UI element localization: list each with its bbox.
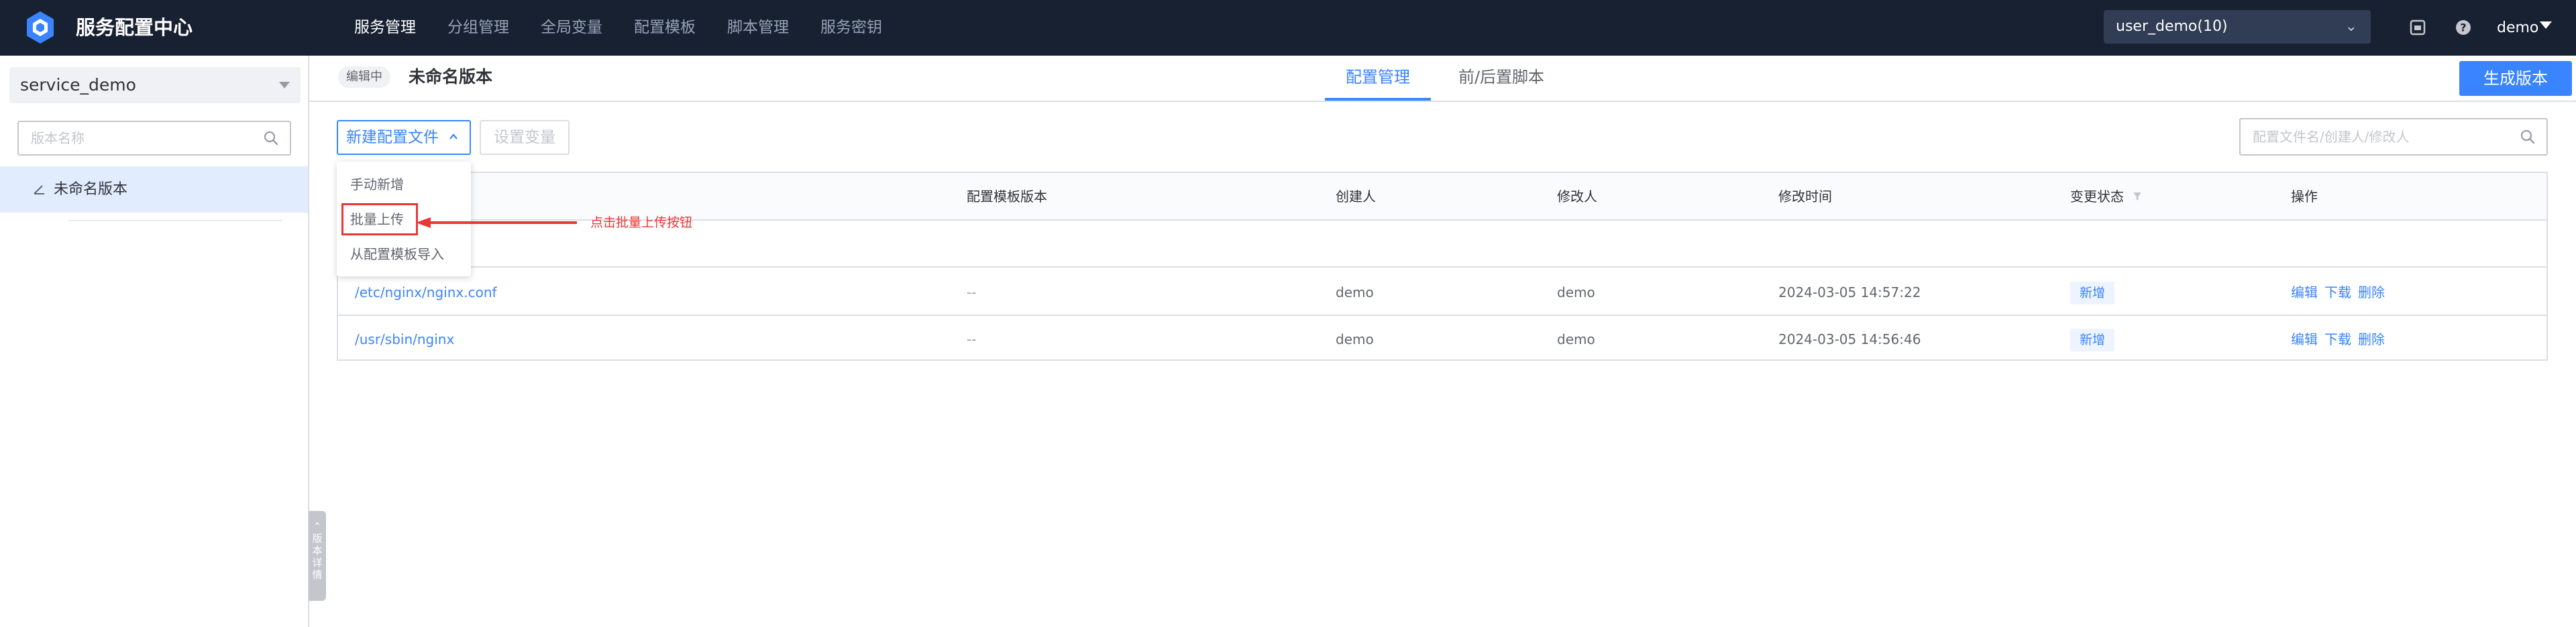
service-select-value: service_demo [20, 75, 136, 95]
menu-item-import-from-template[interactable]: 从配置模板导入 [337, 237, 471, 272]
version-list-item-label: 未命名版本 [54, 181, 128, 198]
help-icon[interactable]: ? [2454, 18, 2473, 37]
status-badge: 新增 [2070, 329, 2115, 351]
page-title: 未命名版本 [409, 67, 493, 87]
delete-button[interactable]: 删除 [2358, 331, 2385, 347]
table-row: /usr/sbin/nginx -- demo demo 2024-03-05 … [338, 316, 2546, 363]
chevron-up-icon [449, 133, 458, 139]
tab-pre-post-scripts[interactable]: 前/后置脚本 [1448, 56, 1555, 101]
column-change-status[interactable]: 变更状态 [2070, 173, 2143, 221]
column-actions: 操作 [2291, 188, 2318, 205]
column-modified-time: 修改时间 [1778, 188, 1832, 205]
version-search-input[interactable] [30, 122, 258, 154]
tab-config-management[interactable]: 配置管理 [1325, 56, 1431, 101]
status-badge: 编辑中 [338, 66, 390, 88]
divider [68, 220, 282, 221]
nav-item-group-management[interactable]: 分组管理 [447, 0, 509, 56]
nav-item-script-management[interactable]: 脚本管理 [727, 0, 789, 56]
top-navigation: 服务配置中心 服务管理 分组管理 全局变量 配置模板 脚本管理 服务密钥 use… [0, 0, 2576, 56]
generate-version-button[interactable]: 生成版本 [2459, 61, 2572, 96]
caret-down-icon[interactable] [2540, 21, 2552, 29]
svg-text:?: ? [2460, 21, 2466, 34]
table-row: /etc/nginx/nginx.conf -- demo demo 2024-… [338, 269, 2546, 316]
set-variables-button[interactable]: 设置变量 [480, 120, 570, 155]
version-detail-toggle[interactable]: ⌃版本详情 [309, 511, 326, 601]
highlight-box [341, 203, 418, 235]
config-search-input[interactable] [2251, 119, 2520, 154]
config-path-link[interactable]: /usr/sbin/nginx [355, 316, 454, 363]
modifier-cell: demo [1557, 331, 1595, 347]
search-icon[interactable] [263, 130, 279, 146]
config-search [2239, 118, 2548, 156]
column-change-status-label: 变更状态 [2070, 188, 2124, 205]
column-creator: 创建人 [1336, 188, 1376, 205]
edit-button[interactable]: 编辑 [2291, 331, 2318, 347]
user-menu[interactable]: demo [2497, 14, 2538, 42]
version-search [17, 121, 291, 156]
creator-cell: demo [1336, 331, 1374, 347]
row-actions: 编辑 下载 删除 [2291, 316, 2392, 363]
nav-item-global-variables[interactable]: 全局变量 [541, 0, 602, 56]
column-modifier: 修改人 [1557, 188, 1597, 205]
content-header: 编辑中 未命名版本 配置管理 前/后置脚本 生成版本 [309, 56, 2576, 102]
template-version-cell: -- [967, 284, 977, 300]
edit-button[interactable]: 编辑 [2291, 284, 2318, 300]
annotation-arrow [416, 217, 577, 228]
annotation-text: 点击批量上传按钮 [590, 215, 693, 230]
status-badge: 新增 [2070, 282, 2115, 304]
delete-button[interactable]: 删除 [2358, 284, 2385, 300]
row-actions: 编辑 下载 删除 [2291, 269, 2392, 316]
version-list-item[interactable]: 未命名版本 [0, 166, 308, 213]
new-config-file-label: 新建配置文件 [346, 129, 439, 146]
version-sidebar: service_demo 未命名版本 [0, 56, 309, 627]
config-table: 配置模板版本 创建人 修改人 修改时间 变更状态 操作 /etc/nginx/n… [337, 172, 2548, 361]
app-title: 服务配置中心 [76, 16, 193, 39]
business-select-value: user_demo(10) [2116, 18, 2228, 35]
creator-cell: demo [1336, 284, 1374, 300]
chevron-down-icon: ⌄ [2345, 18, 2357, 35]
modified-time-cell: 2024-03-05 14:56:46 [1778, 331, 1921, 347]
download-button[interactable]: 下载 [2324, 284, 2351, 300]
history-icon[interactable] [2408, 18, 2427, 37]
main-nav: 服务管理 分组管理 全局变量 配置模板 脚本管理 服务密钥 [354, 0, 914, 56]
app-logo-icon[interactable] [25, 11, 55, 44]
search-icon[interactable] [2520, 129, 2536, 145]
nav-item-service-management[interactable]: 服务管理 [354, 0, 416, 56]
business-select[interactable]: user_demo(10) ⌄ [2104, 10, 2371, 44]
edit-icon [34, 185, 44, 194]
filter-icon[interactable] [2132, 191, 2143, 202]
nav-item-service-keys[interactable]: 服务密钥 [820, 0, 882, 56]
nav-item-config-templates[interactable]: 配置模板 [634, 0, 696, 56]
menu-item-manual-add[interactable]: 手动新增 [337, 167, 471, 202]
template-version-cell: -- [967, 331, 977, 347]
download-button[interactable]: 下载 [2324, 331, 2351, 347]
caret-down-icon [279, 82, 290, 89]
modified-time-cell: 2024-03-05 14:57:22 [1778, 284, 1921, 300]
service-select[interactable]: service_demo [9, 67, 301, 103]
modifier-cell: demo [1557, 284, 1595, 300]
new-config-file-button[interactable]: 新建配置文件 [337, 120, 471, 155]
column-template-version: 配置模板版本 [967, 188, 1047, 205]
version-detail-toggle-label: ⌃版本详情 [312, 520, 323, 581]
